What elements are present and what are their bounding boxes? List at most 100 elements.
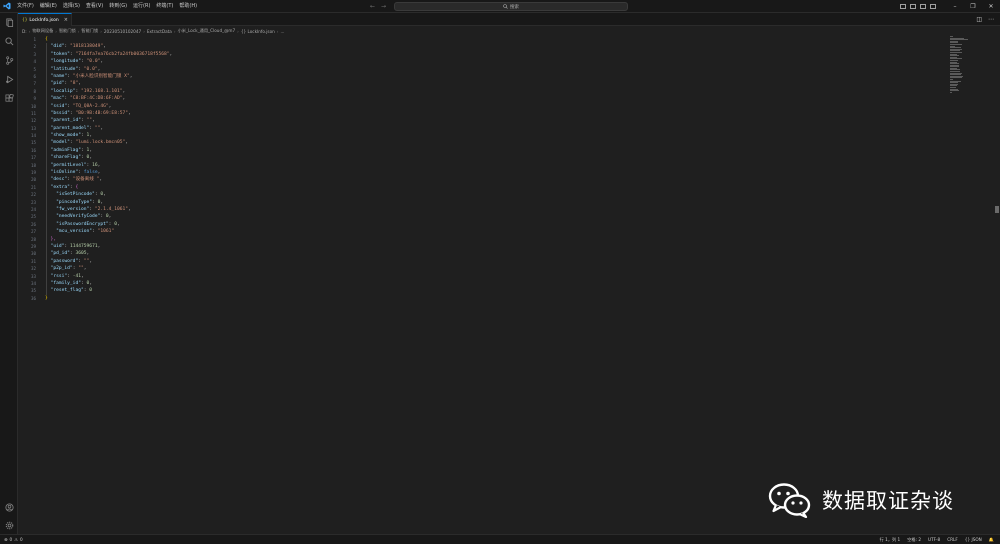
menu-item[interactable]: 终端(T) xyxy=(153,0,176,13)
code-line[interactable]: "parent_model": "", xyxy=(45,125,172,132)
json-key: "p2p_id" xyxy=(50,266,73,272)
code-line[interactable]: "localip": "192.168.1.101", xyxy=(45,88,172,95)
customize-layout-icon[interactable] xyxy=(930,4,936,9)
run-debug-icon[interactable] xyxy=(4,74,14,84)
breadcrumb-item[interactable]: 物联网设备 xyxy=(32,28,53,34)
breadcrumb-item[interactable]: 小米_Lock_通用_Cloud_@m7 xyxy=(178,28,236,34)
source-control-icon[interactable] xyxy=(4,55,14,65)
code-line[interactable]: "isOnline": false, xyxy=(45,169,172,176)
notifications-bell-icon[interactable]: 🔔 xyxy=(989,537,994,543)
code-line[interactable]: } xyxy=(45,295,172,302)
command-center-search[interactable]: 搜索 xyxy=(394,2,628,11)
tab-label: LockInfo.json xyxy=(29,17,59,23)
code-line[interactable]: "latitude": "0.0", xyxy=(45,66,172,73)
menu-item[interactable]: 选择(S) xyxy=(60,0,83,13)
minimize-button[interactable]: – xyxy=(946,0,964,13)
code-line[interactable]: "shareFlag": 0, xyxy=(45,154,172,161)
code-line[interactable]: "adminFlag": 1, xyxy=(45,147,172,154)
code-line[interactable]: "reset_flag": 0 xyxy=(45,287,172,294)
code-line[interactable]: "parent_id": "", xyxy=(45,117,172,124)
code-line[interactable]: "fw_version": "2.1.4_1061", xyxy=(45,206,172,213)
breadcrumb-item[interactable]: ExtractData xyxy=(147,29,172,34)
error-icon: ⊗ xyxy=(4,537,8,542)
code-line[interactable]: "rssi": -41, xyxy=(45,273,172,280)
code-line[interactable]: "name": "小米人脸识别智能门锁 X", xyxy=(45,73,172,80)
explorer-icon[interactable] xyxy=(4,17,14,27)
code-line[interactable]: "pid": "8", xyxy=(45,80,172,87)
code-line[interactable]: "permitLevel": 16, xyxy=(45,162,172,169)
forward-arrow-icon[interactable]: → xyxy=(381,2,386,11)
code-content[interactable]: { "did": "1818138049", "token": "7164fa7… xyxy=(45,36,172,302)
split-editor-icon[interactable]: ◫ xyxy=(976,15,982,24)
code-line[interactable]: { xyxy=(45,36,172,43)
json-key: "password" xyxy=(50,258,79,264)
line-number: 21 xyxy=(30,184,36,190)
menu-item[interactable]: 编辑(E) xyxy=(37,0,60,13)
code-line[interactable]: "token": "7164fa7ea76cb2fa24fb0036718f55… xyxy=(45,51,173,58)
code-line[interactable]: "password": "", xyxy=(45,258,172,265)
search-sidebar-icon[interactable] xyxy=(4,36,14,46)
menu-item[interactable]: 文件(F) xyxy=(14,0,37,13)
indentation[interactable]: 空格: 2 xyxy=(907,537,921,543)
breadcrumb-item[interactable]: 智能门锁 xyxy=(81,28,98,34)
toggle-panel-icon[interactable] xyxy=(910,4,916,9)
extensions-icon[interactable] xyxy=(4,93,14,103)
json-key: "extra" xyxy=(50,184,70,190)
code-line[interactable]: "isPasswordEncrypt": 0, xyxy=(45,221,172,228)
language-mode[interactable]: {} JSON xyxy=(965,537,982,542)
code-line[interactable]: "mac": "C8:BF:4C:DB:6F:AD", xyxy=(45,95,172,102)
code-line[interactable]: "desc": "设备离线 ", xyxy=(45,176,172,183)
json-key: "adminFlag" xyxy=(50,147,81,153)
code-line[interactable]: "ssid": "TQ_Q8A-2.4G", xyxy=(45,103,172,110)
code-line[interactable]: "uid": 1144759671, xyxy=(45,243,172,250)
breadcrumb-separator-icon: › xyxy=(276,28,279,34)
cursor-position[interactable]: 行 1，列 1 xyxy=(880,537,901,543)
close-window-button[interactable]: ✕ xyxy=(982,0,1000,13)
breadcrumb-item[interactable]: 20230510102047 xyxy=(104,29,141,34)
scrollbar-thumb[interactable] xyxy=(995,206,999,213)
line-number: 23 xyxy=(30,199,36,205)
minimap[interactable] xyxy=(950,36,968,93)
menu-item[interactable]: 转到(G) xyxy=(106,0,130,13)
account-icon[interactable] xyxy=(4,502,14,512)
problems-indicator[interactable]: ⊗ 0 ⚠ 0 xyxy=(0,537,23,542)
code-line[interactable]: "p2p_id": "", xyxy=(45,265,172,272)
back-arrow-icon[interactable]: ← xyxy=(370,2,375,11)
json-value: "B0:9B:4B:69:E8:57" xyxy=(75,110,129,116)
breadcrumb-item[interactable]: D: xyxy=(22,29,27,34)
code-line[interactable]: }, xyxy=(45,236,172,243)
breadcrumb-item[interactable]: {} LockInfo.json xyxy=(241,29,275,34)
json-value: "TQ_Q8A-2.4G" xyxy=(72,103,109,109)
code-line[interactable]: "isSetPincode": 0, xyxy=(45,191,172,198)
code-line[interactable]: "bssid": "B0:9B:4B:69:E8:57", xyxy=(45,110,172,117)
activity-bar xyxy=(0,13,18,534)
restore-button[interactable]: ❐ xyxy=(964,0,982,13)
json-value: "192.168.1.101" xyxy=(81,88,123,94)
code-line[interactable]: "did": "1818138049", xyxy=(45,43,172,50)
line-ending[interactable]: CRLF xyxy=(947,537,958,542)
more-actions-icon[interactable]: ⋯ xyxy=(988,15,994,24)
code-line[interactable]: "pincodeType": 0, xyxy=(45,199,172,206)
code-line[interactable]: "mcu_version": "1061" xyxy=(45,228,172,235)
code-line[interactable]: "show_mode": 1, xyxy=(45,132,172,139)
code-line[interactable]: "model": "lumi.lock.bmcn05", xyxy=(45,139,172,146)
menu-item[interactable]: 帮助(H) xyxy=(176,0,200,13)
breadcrumb-item[interactable]: ... xyxy=(280,29,284,34)
code-line[interactable]: "extra": { xyxy=(45,184,172,191)
code-line[interactable]: "pd_id": 3605, xyxy=(45,250,172,257)
code-line[interactable]: "needVerifyCode": 0, xyxy=(45,213,172,220)
code-editor[interactable]: 1 2 3 4 5 6 7 8 9 10 11 12 13 14 15 16 17 18 19 20 21 22 23 24 2… xyxy=(18,36,1000,534)
tab-lockinfo-json[interactable]: {} LockInfo.json × xyxy=(18,13,72,26)
toggle-secondary-sidebar-icon[interactable] xyxy=(920,4,926,9)
settings-gear-icon[interactable] xyxy=(4,520,14,530)
menu-item[interactable]: 运行(R) xyxy=(130,0,153,13)
tab-close-icon[interactable]: × xyxy=(64,17,68,23)
encoding[interactable]: UTF-8 xyxy=(928,537,940,542)
toggle-sidebar-icon[interactable] xyxy=(900,4,906,9)
breadcrumb-item[interactable]: 智能门锁 xyxy=(59,28,76,34)
json-value: "0.0" xyxy=(86,59,101,65)
line-number: 13 xyxy=(30,125,36,131)
code-line[interactable]: "family_id": 0, xyxy=(45,280,172,287)
menu-item[interactable]: 查看(V) xyxy=(83,0,106,13)
code-line[interactable]: "longitude": "0.0", xyxy=(45,58,172,65)
